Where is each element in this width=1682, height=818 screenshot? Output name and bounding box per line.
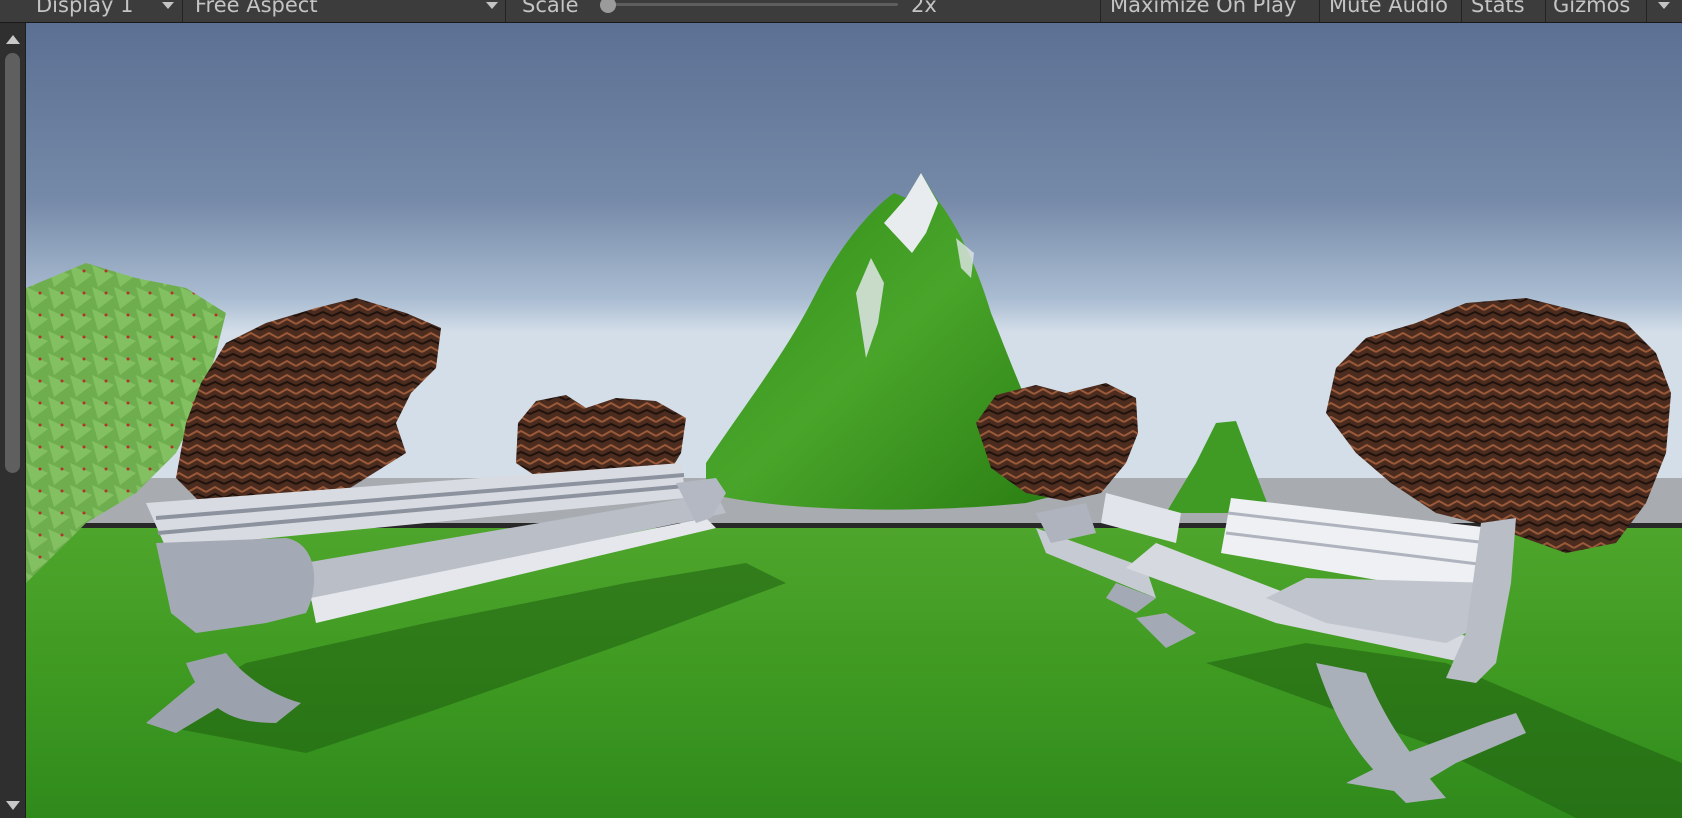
scale-slider-thumb[interactable] bbox=[600, 0, 616, 13]
scrollbar-thumb[interactable] bbox=[5, 53, 20, 473]
mute-audio-label: Mute Audio bbox=[1329, 0, 1448, 17]
arrow-down-icon[interactable] bbox=[6, 801, 20, 810]
scale-slider-track bbox=[600, 3, 898, 6]
aspect-label: Free Aspect bbox=[195, 0, 318, 17]
arrow-up-icon[interactable] bbox=[6, 35, 20, 44]
game-scene bbox=[26, 23, 1682, 818]
display-dropdown[interactable]: Display 1 bbox=[0, 0, 180, 22]
toolbar-divider bbox=[505, 0, 506, 22]
vertical-scrollbar[interactable] bbox=[0, 23, 26, 818]
mute-audio-toggle[interactable]: Mute Audio bbox=[1320, 0, 1460, 22]
maximize-on-play-toggle[interactable]: Maximize On Play bbox=[1101, 0, 1319, 22]
stats-label: Stats bbox=[1471, 0, 1525, 17]
maximize-on-play-label: Maximize On Play bbox=[1110, 0, 1297, 17]
gizmos-dropdown[interactable] bbox=[1647, 0, 1682, 22]
display-dropdown-arrow-icon bbox=[162, 2, 174, 9]
aspect-dropdown[interactable]: Free Aspect bbox=[183, 0, 503, 22]
gizmos-dropdown-arrow-icon bbox=[1658, 2, 1670, 9]
game-viewport[interactable] bbox=[26, 23, 1682, 818]
scale-slider[interactable] bbox=[600, 0, 900, 22]
display-label: Display 1 bbox=[36, 0, 134, 17]
game-view-toolbar: Display 1 Free Aspect Scale 2x Maximize … bbox=[0, 0, 1682, 23]
scale-label-wrap: Scale bbox=[522, 0, 592, 22]
scale-label: Scale bbox=[522, 0, 579, 17]
scale-value-wrap: 2x bbox=[911, 0, 971, 22]
gizmos-toggle[interactable]: Gizmos bbox=[1546, 0, 1646, 22]
stats-toggle[interactable]: Stats bbox=[1462, 0, 1545, 22]
scale-value: 2x bbox=[911, 0, 937, 17]
aspect-dropdown-arrow-icon bbox=[486, 2, 498, 9]
gizmos-label: Gizmos bbox=[1553, 0, 1631, 17]
